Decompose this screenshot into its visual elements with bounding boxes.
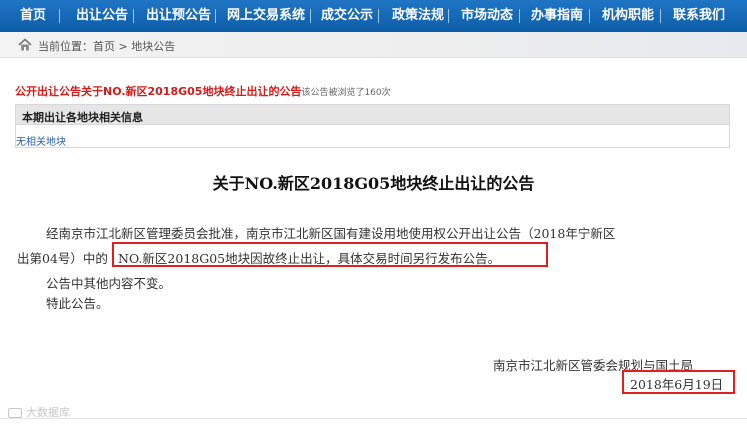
parcel-info-heading: 本期出让各地块相关信息 [22,111,143,124]
nav-item-guide[interactable]: 办事指南 [531,0,583,32]
notice-title: 公开出让公告关于NO.新区2018G05地块终止出让的公告 [15,85,302,98]
article-paragraph-1: 经南京市江北新区管理委员会批准，南京市江北新区国有建设用地使用权公开出让公告（2… [46,226,616,241]
nav-item-policies[interactable]: 政策法规 [392,0,444,32]
parcel-info-header: 本期出让各地块相关信息 [16,105,729,125]
watermark-text: 大数据库 [26,406,70,419]
footer-divider [0,418,747,419]
nav-item-contact[interactable]: 联系我们 [673,0,725,32]
view-count: 该公告被浏览了160次 [301,88,391,98]
article-termination-text: NO.新区2018G05地块因故终止出让，具体交易时间另行发布公告。 [118,251,501,266]
no-parcel-link[interactable]: 无相关地块 [16,133,66,148]
breadcrumb[interactable]: 当前位置：首页 > 地块公告 [38,38,175,54]
article-title: 关于NO.新区2018G05地块终止出让的公告 [212,174,535,193]
nav-separator [448,9,449,23]
nav-item-transfer-notice[interactable]: 出让公告 [76,0,128,32]
parcel-info-box: 本期出让各地块相关信息 无相关地块 [15,104,730,148]
nav-separator [519,9,520,23]
nav-separator [215,9,216,23]
nav-separator [589,9,590,23]
nav-separator [59,9,60,23]
article-date: 2018年6月19日 [630,377,724,392]
article-paragraph-1-prefix: 出第04号）中的 [17,251,108,266]
article-paragraph-3: 特此公告。 [46,296,109,311]
home-icon[interactable] [18,38,32,52]
top-nav: 首页 出让公告 出让预公告 网上交易系统 成交公示 政策法规 市场动态 办事指南… [0,0,747,32]
nav-item-home[interactable]: 首页 [20,0,46,32]
nav-separator [310,9,311,23]
nav-separator [133,9,134,23]
notice-header: 公开出让公告关于NO.新区2018G05地块终止出让的公告该公告被浏览了160次 [15,83,391,99]
nav-separator [378,9,379,23]
watermark: 大数据库 [8,404,70,420]
article-paragraph-2: 公告中其他内容不变。 [46,276,172,291]
nav-item-market-news[interactable]: 市场动态 [461,0,513,32]
nav-item-deal-publicity[interactable]: 成交公示 [321,0,373,32]
nav-item-pre-notice[interactable]: 出让预公告 [146,0,211,32]
camera-icon [8,408,22,418]
nav-item-organization[interactable]: 机构职能 [602,0,654,32]
nav-separator [660,9,661,23]
nav-item-online-trading[interactable]: 网上交易系统 [227,0,305,32]
location-bar: 当前位置：首页 > 地块公告 [0,32,747,58]
